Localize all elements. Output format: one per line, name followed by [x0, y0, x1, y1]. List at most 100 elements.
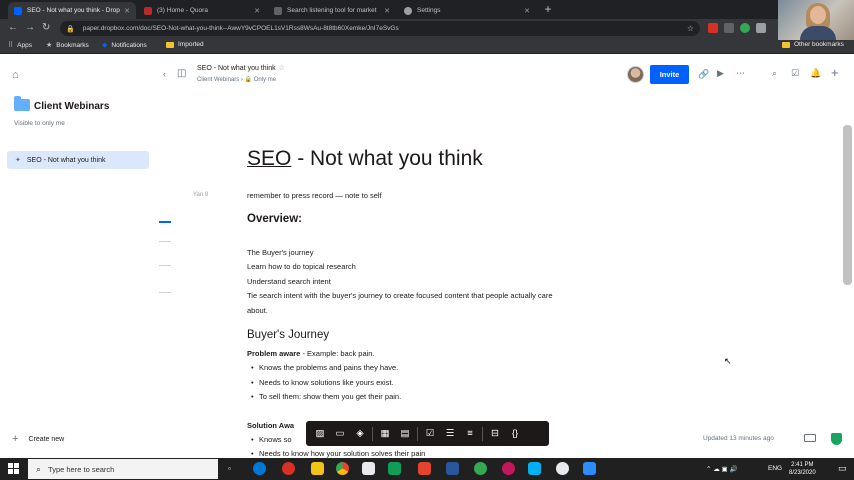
folder-title[interactable]: Client Webinars	[34, 101, 109, 112]
bookmark-notifications[interactable]: ◆ Notifications	[102, 41, 147, 50]
chevron-left-icon[interactable]: ‹	[163, 69, 166, 79]
sidebar-toggle-icon[interactable]: ◫	[177, 68, 186, 79]
close-icon[interactable]: ✕	[384, 7, 390, 15]
task-view-icon[interactable]: ▫	[228, 464, 231, 473]
divider-icon[interactable]: ⊟	[485, 424, 505, 444]
checklist-icon[interactable]: ☑	[791, 68, 799, 79]
numbered-list-icon[interactable]: ≡	[460, 424, 480, 444]
lock-icon: 🔒	[244, 77, 254, 83]
plus-icon[interactable]: +	[831, 65, 839, 80]
doc-title[interactable]: SEO - Not what you think	[247, 147, 483, 171]
language-indicator[interactable]: ENG	[768, 465, 782, 472]
bullet-item[interactable]: To sell them: show them you get their pa…	[251, 392, 401, 401]
present-icon[interactable]: ▶	[717, 68, 724, 79]
video-icon[interactable]: ▭	[330, 424, 350, 444]
extension-icon[interactable]	[708, 23, 718, 33]
back-arrow-icon[interactable]: ←	[8, 22, 18, 34]
shield-icon[interactable]	[831, 433, 842, 445]
bookmark-other[interactable]: Other bookmarks	[782, 41, 844, 48]
bullet-item[interactable]: Knows the problems and pains they have.	[251, 363, 398, 372]
windows-start-icon[interactable]	[8, 463, 19, 474]
new-tab-button[interactable]: +	[541, 3, 555, 17]
tab-quora[interactable]: (3) Home - Quora ✕	[138, 2, 266, 19]
overview-line[interactable]: The Buyer's journey	[247, 248, 313, 257]
overview-line[interactable]: Tie search intent with the buyer's journ…	[247, 291, 553, 300]
breadcrumb-sharing: Only me	[253, 77, 277, 83]
overview-line[interactable]: about.	[247, 306, 268, 315]
windows-taskbar: ⌕ Type here to search ▫ ⌃ ☁ ▣ 🔊 ENG 2:41…	[0, 458, 854, 480]
close-icon[interactable]: ✕	[124, 7, 130, 15]
reload-icon[interactable]: ↻	[42, 22, 50, 34]
more-icon[interactable]: ⋯	[736, 68, 745, 79]
breadcrumb-folder[interactable]: Client Webinars	[197, 77, 239, 83]
overview-line[interactable]: Learn how to do topical research	[247, 262, 356, 271]
invite-button[interactable]: Invite	[650, 65, 689, 84]
problem-aware-label: Problem aware	[247, 349, 301, 358]
toc-marker[interactable]	[159, 292, 171, 293]
home-icon[interactable]: ⌂	[12, 69, 19, 81]
extension-icon[interactable]	[740, 23, 750, 33]
calendar-icon[interactable]: ▤	[395, 424, 415, 444]
buyers-journey-heading[interactable]: Buyer's Journey	[247, 329, 329, 341]
problem-aware-line[interactable]: Problem aware - Example: back pain.	[247, 349, 375, 358]
forward-arrow-icon[interactable]: →	[25, 22, 35, 34]
header-title-text: SEO - Not what you think	[197, 65, 276, 72]
bullet-list-icon[interactable]: ☰	[440, 424, 460, 444]
spreadsheet-icon[interactable]	[388, 462, 401, 475]
app-icon[interactable]	[474, 462, 487, 475]
create-new-button[interactable]: + Create new	[12, 433, 64, 445]
solution-aware-label[interactable]: Solution Awa	[247, 421, 294, 430]
edge-icon[interactable]	[253, 462, 266, 475]
bookmark-star-icon[interactable]: ☆	[687, 24, 694, 33]
overview-line[interactable]: Understand search intent	[247, 277, 331, 286]
bookmark-imported[interactable]: Imported	[166, 41, 204, 48]
overview-heading[interactable]: Overview:	[247, 213, 302, 225]
chrome-icon[interactable]	[336, 462, 349, 475]
system-clock[interactable]: 2:41 PM 8/23/2020	[789, 461, 816, 477]
sidebar-item-seo-doc[interactable]: ✦ SEO - Not what you think	[7, 151, 149, 169]
image-icon[interactable]: ▨	[310, 424, 330, 444]
tab-paper-doc[interactable]: SEO - Not what you think - Drop ✕	[8, 2, 136, 19]
link-icon[interactable]: 🔗	[698, 69, 709, 80]
toc-marker[interactable]	[159, 221, 171, 223]
scrollbar[interactable]	[843, 125, 852, 285]
folder-icon	[782, 41, 790, 48]
app-icon[interactable]	[502, 462, 515, 475]
notifications-bell-icon[interactable]: 🔔	[810, 68, 821, 79]
code-block-icon[interactable]: {}	[505, 424, 525, 444]
keyboard-shortcuts-icon[interactable]	[804, 434, 816, 442]
bullet-item[interactable]: Needs to know solutions like yours exist…	[251, 378, 394, 387]
zoom-icon[interactable]	[583, 462, 596, 475]
close-icon[interactable]: ✕	[254, 7, 260, 15]
app-icon[interactable]	[418, 462, 431, 475]
bookmark-apps[interactable]: ⠿ Apps	[8, 41, 32, 50]
dropbox-file-icon[interactable]: ◈	[350, 424, 370, 444]
favorite-star-icon[interactable]: ☆	[279, 65, 285, 72]
word-icon[interactable]	[446, 462, 459, 475]
search-icon[interactable]: ⌕	[772, 68, 777, 79]
bullet-item[interactable]: Knows so	[251, 435, 291, 444]
extension-icon[interactable]	[724, 23, 734, 33]
app-icon[interactable]	[556, 462, 569, 475]
checkbox-icon[interactable]: ☑	[420, 424, 440, 444]
app-icon[interactable]	[528, 462, 541, 475]
bullet-item[interactable]: Needs to know how your solution solves t…	[251, 449, 425, 458]
tab-settings[interactable]: Settings ✕	[398, 2, 536, 19]
avatar[interactable]	[627, 66, 644, 83]
doc-editor[interactable]: SEO - Not what you think Yan 8 remember …	[157, 95, 840, 458]
bookmark-bookmarks[interactable]: ★ Bookmarks	[46, 41, 89, 50]
file-explorer-icon[interactable]	[311, 462, 324, 475]
close-icon[interactable]: ✕	[524, 7, 530, 15]
tray-icons[interactable]: ⌃ ☁ ▣ 🔊	[706, 465, 738, 473]
calendar-app-icon[interactable]	[362, 462, 375, 475]
vivaldi-icon[interactable]	[282, 462, 295, 475]
notifications-icon[interactable]: ▭	[838, 463, 847, 474]
extension-icon[interactable]	[756, 23, 766, 33]
address-bar[interactable]: 🔒 paper.dropbox.com/doc/SEO-Not-what-you…	[60, 21, 700, 36]
toc-marker[interactable]	[159, 265, 171, 266]
table-icon[interactable]: ▦	[375, 424, 395, 444]
reminder-text[interactable]: remember to press record — note to self	[247, 191, 382, 200]
taskbar-search-box[interactable]: ⌕ Type here to search	[28, 459, 218, 479]
tab-search-listening[interactable]: Search listening tool for market ✕	[268, 2, 396, 19]
toc-marker[interactable]	[159, 241, 171, 242]
